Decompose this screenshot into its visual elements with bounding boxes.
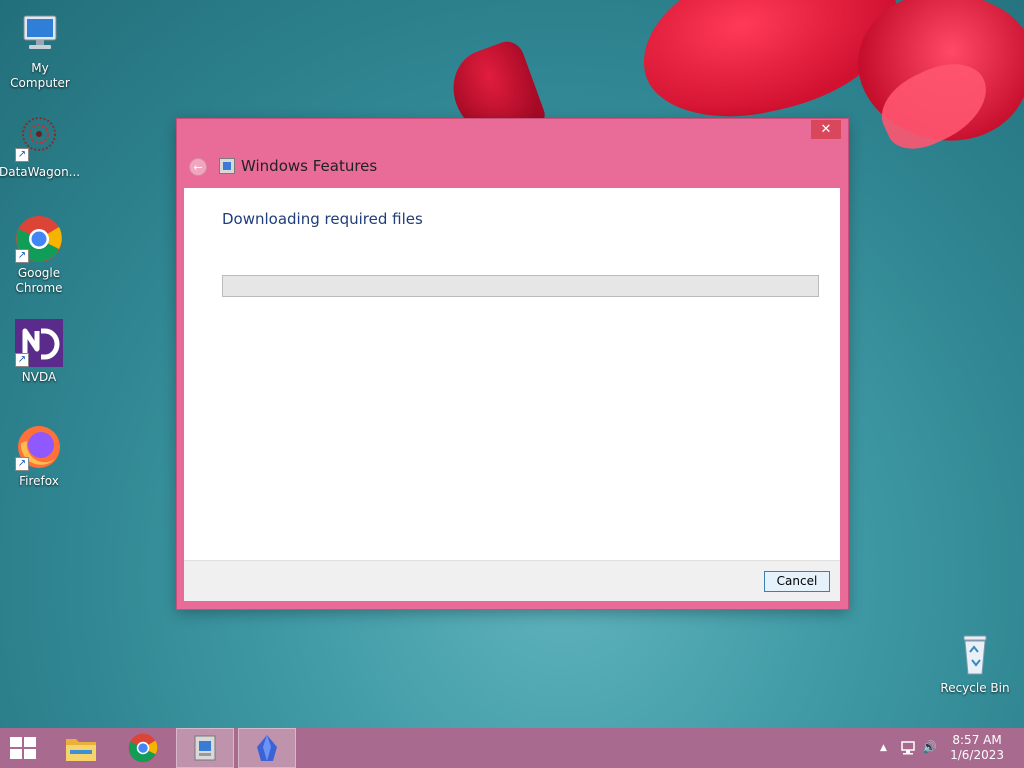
start-icon	[10, 737, 38, 759]
computer-icon	[16, 10, 64, 58]
system-tray: ▲ 🔊 8:57 AM 1/6/2023	[864, 728, 1024, 768]
file-explorer-icon	[66, 739, 96, 761]
clock-time: 8:57 AM	[952, 733, 1002, 747]
shortcut-arrow-icon: ↗	[15, 148, 29, 162]
desktop-icon-label: NVDA	[21, 370, 57, 384]
windows-features-icon	[194, 735, 216, 761]
dialog-title: Windows Features	[241, 157, 378, 175]
taskbar-chrome[interactable]	[114, 728, 172, 768]
shortcut-arrow-icon: ↗	[15, 457, 29, 471]
blue-crystal-app-icon	[257, 735, 277, 761]
shortcut-arrow-icon: ↗	[15, 353, 29, 367]
show-hidden-icons-chevron-icon[interactable]: ▲	[880, 743, 887, 753]
nvda-icon: ↗	[15, 319, 63, 367]
taskbar-file-explorer[interactable]	[52, 728, 110, 768]
desktop-icon-label: Firefox	[19, 474, 59, 488]
back-button[interactable]: ←	[189, 158, 207, 176]
dialog-footer: Cancel	[184, 560, 840, 601]
chrome-icon	[128, 733, 158, 763]
desktop-icon-label: Google Chrome	[15, 266, 63, 295]
windows-features-icon	[219, 158, 235, 174]
start-button[interactable]	[0, 728, 58, 768]
windows-features-dialog: ✕ ← Windows Features Downloading require…	[177, 119, 848, 609]
network-icon[interactable]	[900, 740, 916, 760]
dialog-content: Downloading required files	[184, 188, 840, 560]
desktop-icon-google-chrome[interactable]: ↗ Google Chrome	[0, 215, 79, 296]
datawagon-icon: ↗	[15, 114, 63, 162]
taskbar-windows-features[interactable]	[176, 728, 234, 768]
clock-date: 1/6/2023	[950, 748, 1004, 762]
speaker-icon[interactable]: 🔊	[922, 740, 937, 754]
taskbar-blue-app[interactable]	[238, 728, 296, 768]
desktop-icon-label: Recycle Bin	[940, 681, 1010, 695]
cancel-button[interactable]: Cancel	[764, 571, 830, 592]
status-heading: Downloading required files	[222, 210, 423, 228]
desktop-icon-label: DataWagon...	[0, 165, 81, 179]
firefox-icon: ↗	[15, 423, 63, 471]
recycle-bin-icon	[951, 630, 999, 678]
clock[interactable]: 8:57 AM 1/6/2023	[950, 733, 1004, 763]
chrome-icon: ↗	[15, 215, 63, 263]
taskbar: ▲ 🔊 8:57 AM 1/6/2023	[0, 728, 1024, 768]
desktop-icon-firefox[interactable]: ↗ Firefox	[0, 423, 79, 489]
desktop-icon-nvda[interactable]: ↗ NVDA	[0, 319, 79, 385]
desktop-icon-label: My Computer	[10, 61, 70, 90]
desktop-icon-my-computer[interactable]: My Computer	[0, 10, 80, 91]
download-progress-bar	[222, 275, 819, 297]
close-button[interactable]: ✕	[811, 120, 841, 139]
shortcut-arrow-icon: ↗	[15, 249, 29, 263]
desktop-icon-datawagon[interactable]: ↗ DataWagon...	[0, 114, 81, 180]
desktop-icon-recycle-bin[interactable]: Recycle Bin	[935, 630, 1015, 696]
